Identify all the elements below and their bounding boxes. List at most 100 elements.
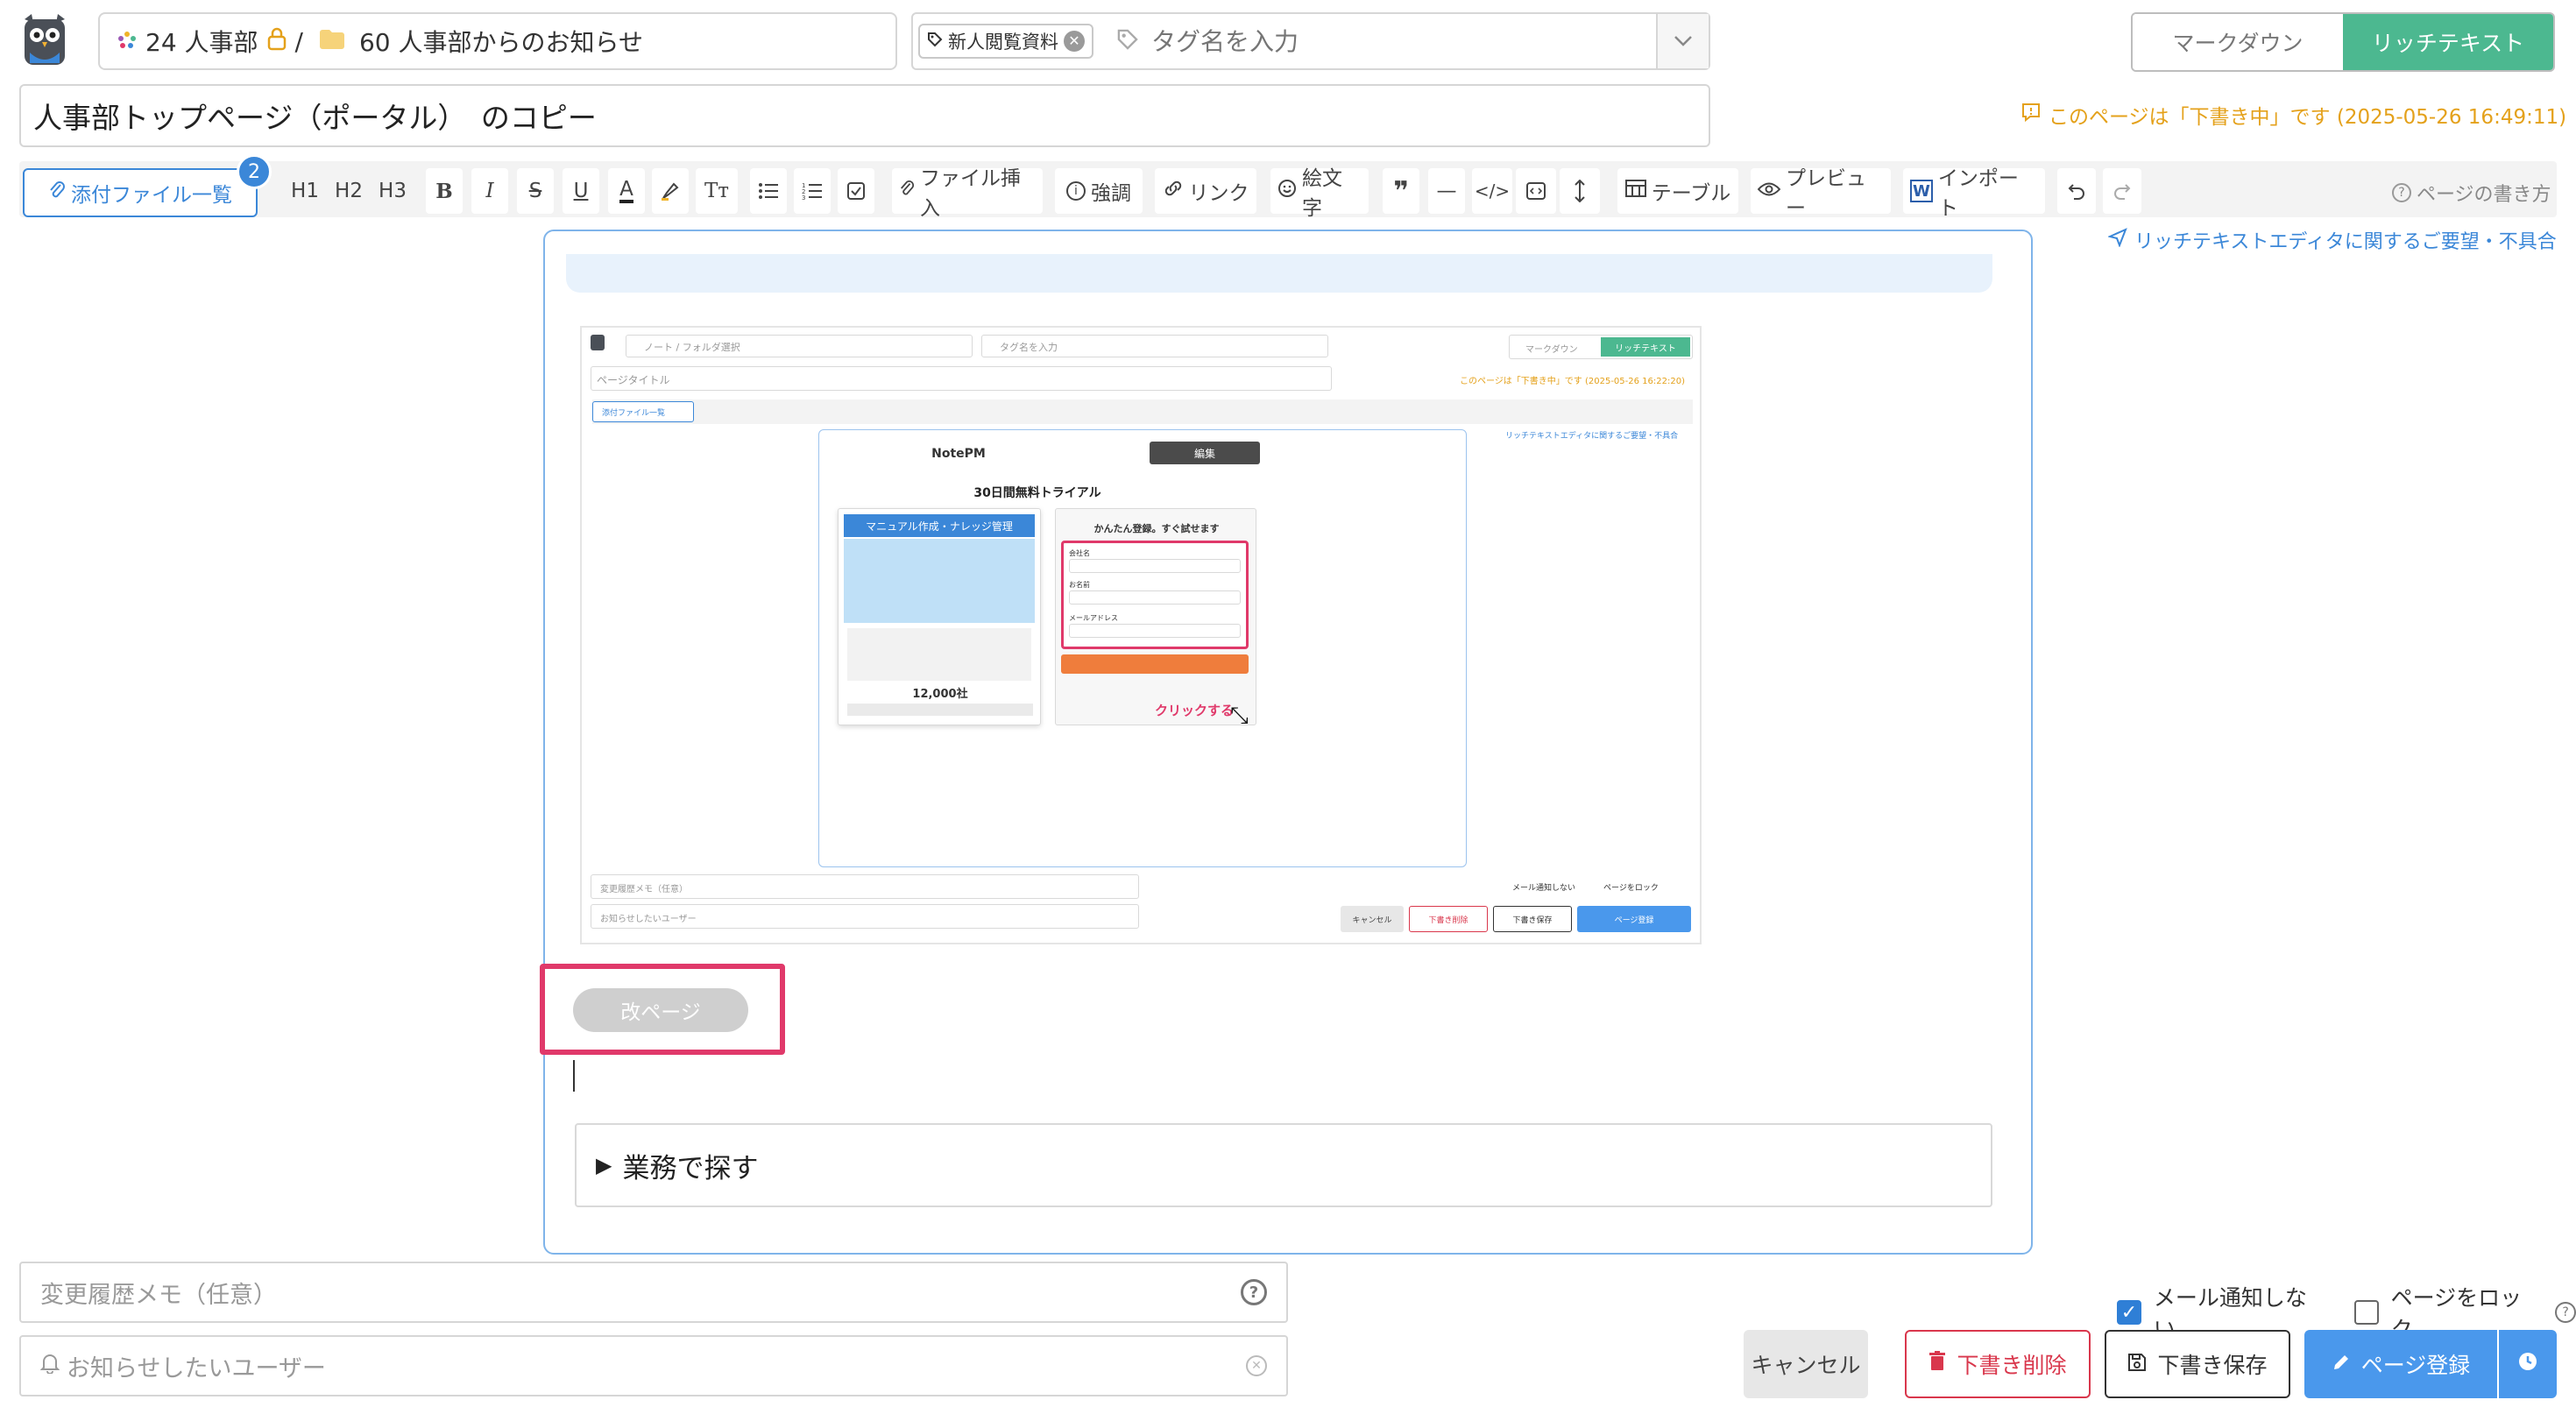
pencil-icon: [2332, 1352, 2351, 1377]
mini-logo: [591, 335, 605, 350]
text-color-icon[interactable]: A: [608, 168, 645, 214]
question-icon[interactable]: ?: [2555, 1302, 2576, 1323]
eye-icon: [1757, 180, 1781, 202]
attachments-label: 添付ファイル一覧: [71, 184, 232, 207]
help-label: ページの書き方: [2417, 184, 2551, 206]
underline-icon[interactable]: U: [563, 168, 599, 214]
mini-tag-input: タグ名を入力: [981, 335, 1328, 357]
question-icon[interactable]: ?: [1241, 1279, 1267, 1305]
mini-mode-toggle: マークダウン リッチテキスト: [1509, 335, 1693, 359]
line-height-icon[interactable]: [1560, 168, 1600, 214]
tag-remove-icon[interactable]: ✕: [1064, 31, 1085, 52]
heading1-button[interactable]: H1: [287, 168, 322, 214]
mini-promo-banner: マニュアル作成・ナレッジ管理: [844, 514, 1035, 537]
bullet-list-icon[interactable]: [750, 168, 787, 214]
bold-icon[interactable]: B: [426, 168, 463, 214]
emphasis-button[interactable]: i 強調: [1055, 168, 1143, 214]
table-button[interactable]: テーブル: [1617, 168, 1738, 214]
no-mail-checkbox[interactable]: ✓: [2117, 1300, 2141, 1325]
emoji-button[interactable]: 絵文字: [1270, 167, 1369, 220]
clear-icon[interactable]: ✕: [1246, 1355, 1267, 1376]
link-button[interactable]: リンク: [1155, 168, 1256, 214]
embedded-screenshot-image[interactable]: ノート / フォルダ選択 タグ名を入力 マークダウン リッチテキスト ページタイ…: [580, 326, 1702, 944]
mini-field-company-input: [1069, 559, 1241, 573]
notify-users-field[interactable]: お知らせしたいユーザー ✕: [19, 1335, 1288, 1396]
feedback-link[interactable]: リッチテキストエディタに関するご要望・不具合: [2106, 226, 2557, 254]
mini-opt-lock: ページをロック: [1603, 884, 1659, 893]
tag-selector[interactable]: 新人閲覧資料 ✕: [911, 12, 1710, 70]
change-memo-placeholder: 変更履歴メモ（任意）: [40, 1281, 277, 1309]
import-label: インポート: [1937, 167, 2019, 220]
mini-notify: お知らせしたいユーザー: [591, 904, 1139, 929]
breadcrumb[interactable]: 24 人事部 / 60 人事部からのお知らせ: [98, 12, 897, 70]
preview-button[interactable]: プレビュー: [1751, 167, 1891, 220]
mini-field-name: お名前: [1069, 581, 1090, 589]
link-label: リンク: [1188, 182, 1249, 205]
submit-page-button[interactable]: ページ登録: [2304, 1330, 2497, 1398]
breadcrumb-folder[interactable]: 60 人事部からのお知らせ: [359, 24, 643, 59]
redo-icon[interactable]: [2103, 168, 2141, 214]
change-memo-field[interactable]: 変更履歴メモ（任意） ?: [19, 1262, 1288, 1323]
triangle-right-icon: ▶: [596, 1153, 612, 1177]
collapsible-section[interactable]: ▶ 業務で探す: [575, 1123, 1992, 1207]
mini-signup-title: かんたん登録。すぐ試せます: [1093, 523, 1220, 534]
cancel-button[interactable]: キャンセル: [1744, 1330, 1868, 1398]
import-button[interactable]: W インポート: [1903, 167, 2045, 220]
code-block-icon[interactable]: [1516, 168, 1556, 214]
chevron-down-icon[interactable]: [1656, 14, 1709, 68]
draft-comment-icon: [2020, 102, 2042, 128]
numbered-list-icon[interactable]: 123: [794, 168, 831, 214]
strikethrough-icon[interactable]: S: [517, 168, 554, 214]
clear-format-icon[interactable]: Tт: [696, 168, 738, 214]
checklist-icon[interactable]: [838, 168, 874, 214]
space-color-icon: [117, 27, 137, 56]
mode-markdown-button[interactable]: マークダウン: [2133, 14, 2343, 70]
floppy-icon: [2127, 1352, 2147, 1377]
italic-icon[interactable]: I: [471, 168, 508, 214]
help-link[interactable]: ? ページの書き方: [2392, 179, 2551, 207]
folder-icon: [319, 27, 345, 56]
heading2-button[interactable]: H2: [331, 168, 366, 214]
cancel-label: キャンセル: [1751, 1353, 1861, 1378]
delete-draft-label: 下書き削除: [1957, 1353, 2067, 1378]
page-title-input[interactable]: 人事部トップページ（ポータル） のコピー: [19, 84, 1710, 147]
quote-icon[interactable]: ❞: [1383, 168, 1419, 214]
feedback-label: リッチテキストエディタに関するご要望・不具合: [2134, 231, 2557, 253]
mini-feedback: リッチテキストエディタに関するご要望・不具合: [1505, 432, 1679, 441]
schedule-button[interactable]: [2499, 1330, 2557, 1398]
code-icon[interactable]: </>: [1472, 168, 1512, 214]
draft-status-text: このページは「下書き中」です (2025-05-26 16:49:11): [2049, 106, 2567, 129]
editor-mode-toggle[interactable]: マークダウン リッチテキスト: [2131, 12, 2555, 72]
file-insert-button[interactable]: ファイル挿入: [892, 167, 1043, 220]
info-circle-icon: i: [1066, 181, 1086, 201]
mini-mode-richtext: リッチテキスト: [1601, 337, 1690, 357]
mini-mode-markdown: マークダウン: [1525, 345, 1578, 355]
mini-field-email-input: [1069, 624, 1241, 638]
mini-delete: 下書き削除: [1409, 906, 1488, 932]
link-icon: [1163, 180, 1184, 202]
tag-input[interactable]: [1151, 26, 1677, 56]
mini-submit-bar: [1061, 654, 1249, 674]
resize-cursor-icon: ⤡: [1230, 703, 1249, 729]
mini-click-label: クリックする: [1155, 703, 1235, 718]
tag-chip-label: 新人閲覧資料: [948, 32, 1058, 53]
highlighter-icon[interactable]: [652, 168, 689, 214]
tag-chip[interactable]: 新人閲覧資料 ✕: [918, 24, 1093, 59]
app-logo[interactable]: [18, 14, 72, 68]
breadcrumb-space[interactable]: 24 人事部: [145, 24, 258, 59]
undo-icon[interactable]: [2057, 168, 2096, 214]
lock-page-checkbox[interactable]: [2353, 1300, 2379, 1325]
delete-draft-button[interactable]: 下書き削除: [1905, 1330, 2091, 1398]
save-draft-button[interactable]: 下書き保存: [2105, 1330, 2290, 1398]
mini-promo-illustration: [844, 539, 1035, 623]
attachments-count-badge: 2: [237, 154, 272, 189]
mode-richtext-button[interactable]: リッチテキスト: [2343, 14, 2553, 70]
submit-page-label: ページ登録: [2360, 1353, 2471, 1378]
page-break-marker[interactable]: 改ページ: [573, 988, 748, 1032]
file-insert-label: ファイル挿入: [920, 167, 1021, 220]
attachments-button[interactable]: 添付ファイル一覧: [23, 168, 258, 217]
horizontal-rule-icon[interactable]: —: [1428, 168, 1465, 214]
mini-brand: NotePM: [931, 447, 986, 461]
mini-draft-note: このページは「下書き中」です (2025-05-26 16:22:20): [1460, 377, 1685, 386]
heading3-button[interactable]: H3: [375, 168, 410, 214]
